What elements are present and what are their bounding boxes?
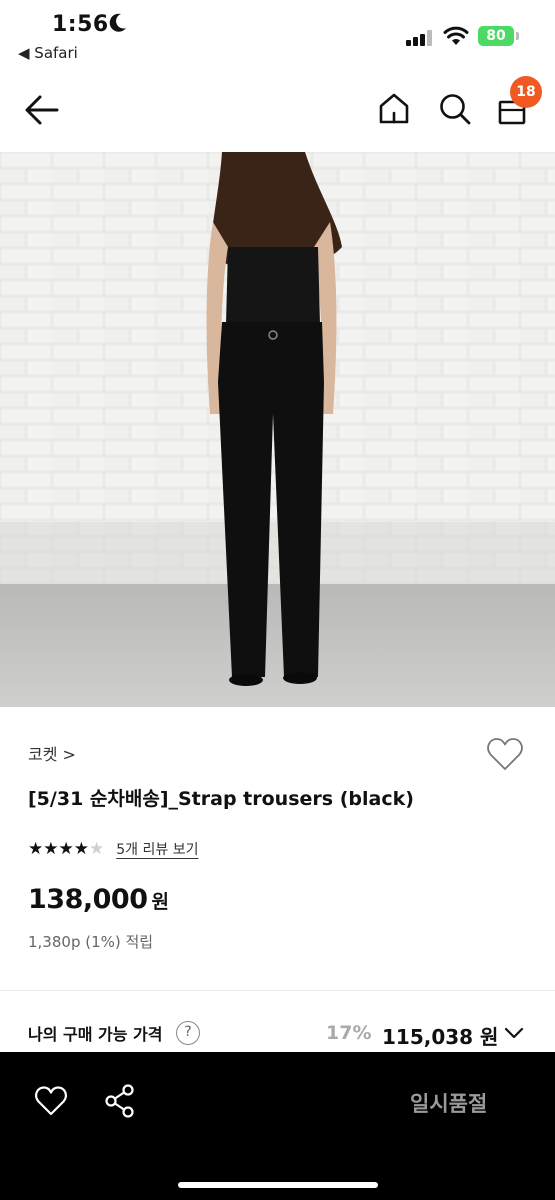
wishlist-heart-icon[interactable] [34,1085,68,1117]
divider [0,990,555,991]
share-icon[interactable] [104,1084,136,1118]
battery-indicator: 80 [478,26,514,46]
price-value: 138,000 [28,884,148,915]
back-arrow-icon[interactable] [24,92,60,128]
my-price-label: 나의 구매 가능 가격 [28,1025,163,1044]
product-title: [5/31 순차배송]_Strap trousers (black) [28,788,414,810]
star-filled-icon: ★ [28,838,44,859]
status-time: 1:56 [52,12,109,37]
home-indicator[interactable] [178,1182,378,1188]
discount-rate: 17% [326,1022,372,1044]
my-price-row[interactable]: 나의 구매 가능 가격 ? 17% 115,038 원 [0,1012,555,1052]
rating-row: ★ ★ ★ ★ ★ 5개 리뷰 보기 [28,838,198,860]
star-filled-icon: ★ [43,838,59,859]
star-filled-icon: ★ [58,838,74,859]
search-icon[interactable] [437,91,473,127]
reviews-link[interactable]: 5개 리뷰 보기 [116,839,198,859]
back-to-safari-link[interactable]: ◀ Safari [18,44,78,62]
soldout-button[interactable]: 일시품절 [410,1088,487,1118]
reward-points: 1,380p (1%) 적립 [28,933,154,951]
star-filled-icon: ★ [73,838,89,859]
wifi-icon [443,26,469,46]
star-empty-icon: ★ [89,838,105,859]
star-rating: ★ ★ ★ ★ ★ [28,838,105,859]
help-icon[interactable]: ? [176,1021,200,1045]
top-nav-bar: 18 [0,72,555,152]
heart-icon[interactable] [486,736,524,772]
signal-icon [406,30,434,46]
price-row: 138,000 원 [28,884,169,915]
discount-price: 115,038 원 [382,1025,499,1049]
product-image[interactable] [0,152,555,707]
home-icon[interactable] [376,91,412,127]
status-bar: 1:56 ◀ Safari 80 [0,0,555,72]
moon-icon [108,12,128,39]
battery-nub [516,32,519,40]
price-unit: 원 [151,891,169,913]
brand-link[interactable]: 코켓 > [28,741,76,765]
bottom-action-bar: 일시품절 [0,1052,555,1200]
chevron-down-icon[interactable] [503,1024,525,1042]
cart-count-badge: 18 [510,76,542,108]
